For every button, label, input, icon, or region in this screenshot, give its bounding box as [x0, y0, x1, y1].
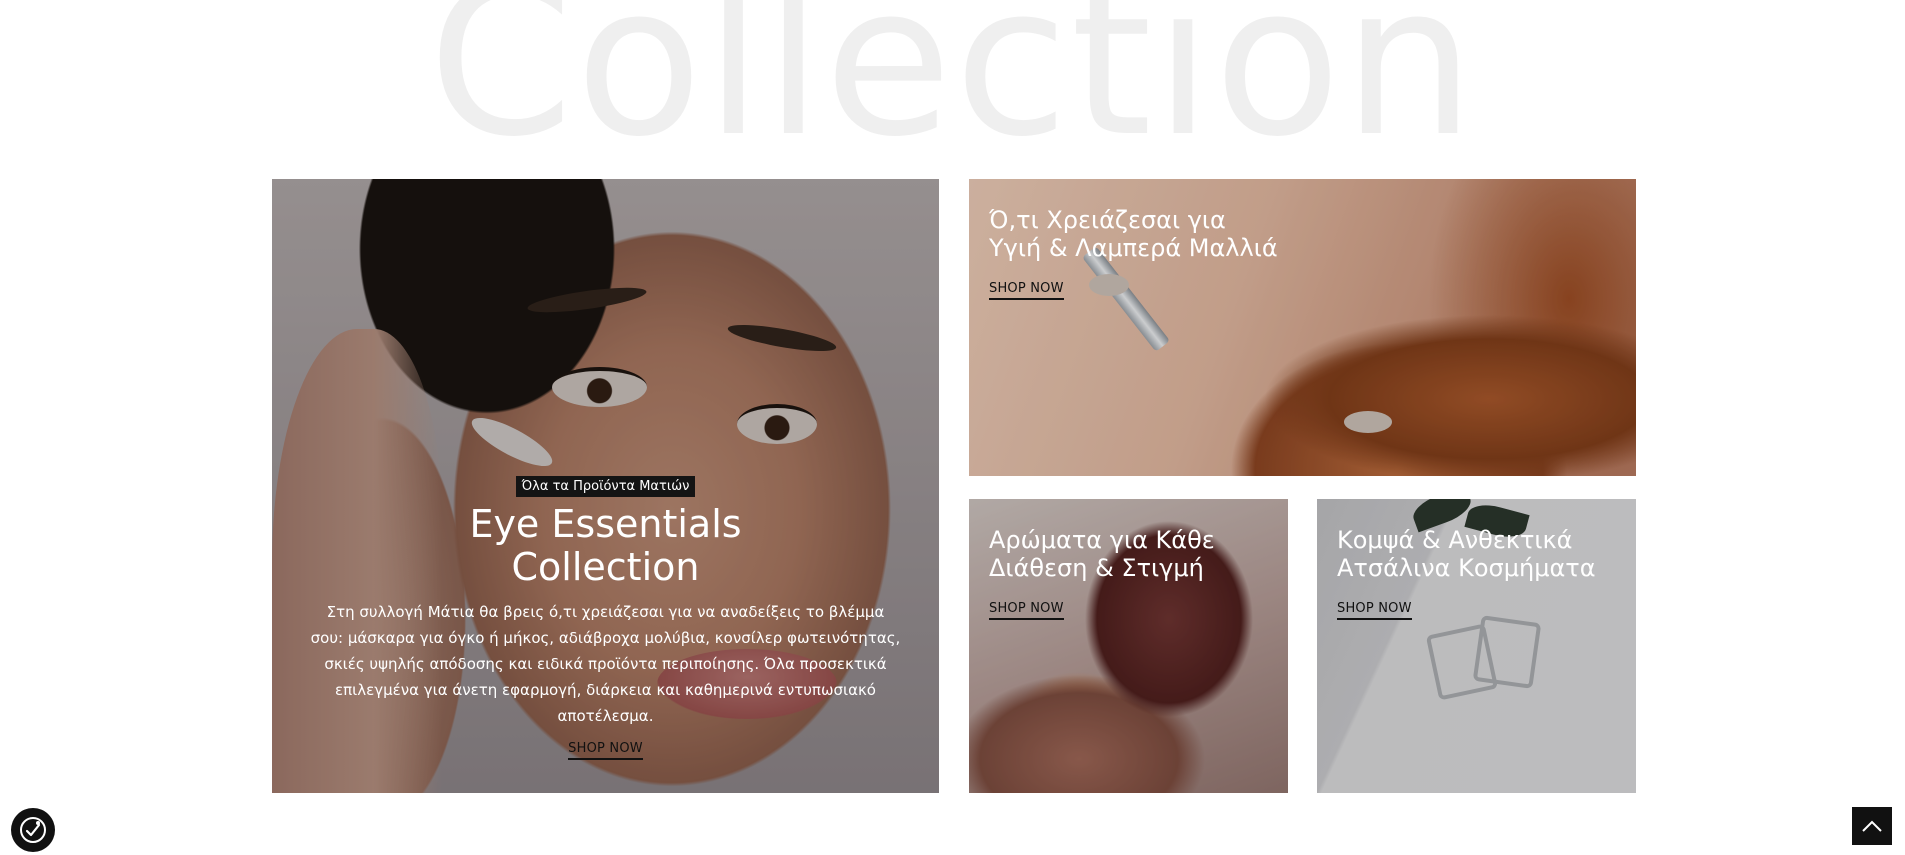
perfume-card[interactable]: Αρώματα για Κάθε Διάθεση & Στιγμή SHOP N… [969, 499, 1288, 793]
perfume-card-content: Αρώματα για Κάθε Διάθεση & Στιγμή SHOP N… [989, 526, 1215, 620]
hair-card-heading: Ό,τι Χρειάζεσαι για Υγιή & Λαμπερά Μαλλι… [989, 206, 1278, 262]
perfume-shop-now-link[interactable]: SHOP NOW [989, 601, 1064, 620]
title-line: Eye Essentials [469, 502, 742, 546]
accessibility-button[interactable] [11, 808, 55, 852]
heading-line: Κομψά & Ανθεκτικά [1337, 526, 1573, 554]
title-line: Collection [511, 545, 700, 589]
heading-line: Υγιή & Λαμπερά Μαλλιά [989, 234, 1278, 262]
hair-card-content: Ό,τι Χρειάζεσαι για Υγιή & Λαμπερά Μαλλι… [989, 206, 1278, 300]
category-badge[interactable]: Όλα τα Προϊόντα Ματιών [515, 476, 696, 497]
back-to-top-button[interactable] [1852, 807, 1892, 845]
eye-essentials-content: Όλα τα Προϊόντα Ματιών Eye Essentials Co… [272, 475, 939, 760]
heading-line: Ό,τι Χρειάζεσαι για [989, 206, 1226, 234]
eye-essentials-shop-now-link[interactable]: SHOP NOW [568, 741, 643, 760]
eye-essentials-description: Στη συλλογή Μάτια θα βρεις ό,τι χρειάζεσ… [310, 603, 901, 725]
jewelry-card-heading: Κομψά & Ανθεκτικά Ατσάλινα Κοσμήματα [1337, 526, 1596, 582]
accessibility-icon [20, 817, 46, 843]
eye-essentials-title: Eye Essentials Collection [272, 503, 939, 589]
heading-line: Αρώματα για Κάθε [989, 526, 1215, 554]
perfume-card-heading: Αρώματα για Κάθε Διάθεση & Στιγμή [989, 526, 1215, 582]
eye-essentials-card[interactable]: Όλα τα Προϊόντα Ματιών Eye Essentials Co… [272, 179, 939, 793]
jewelry-card-content: Κομψά & Ανθεκτικά Ατσάλινα Κοσμήματα SHO… [1337, 526, 1596, 620]
heading-line: Ατσάλινα Κοσμήματα [1337, 554, 1596, 582]
collection-section: Collection Όλα τα Προϊόντα Ματιών Eye Es… [0, 0, 1905, 855]
hair-shop-now-link[interactable]: SHOP NOW [989, 281, 1064, 300]
chevron-up-icon [1862, 820, 1882, 832]
jewelry-card[interactable]: Κομψά & Ανθεκτικά Ατσάλινα Κοσμήματα SHO… [1317, 499, 1636, 793]
background-title: Collection [428, 0, 1477, 183]
heading-line: Διάθεση & Στιγμή [989, 554, 1204, 582]
hair-card[interactable]: Ό,τι Χρειάζεσαι για Υγιή & Λαμπερά Μαλλι… [969, 179, 1636, 476]
jewelry-shop-now-link[interactable]: SHOP NOW [1337, 601, 1412, 620]
